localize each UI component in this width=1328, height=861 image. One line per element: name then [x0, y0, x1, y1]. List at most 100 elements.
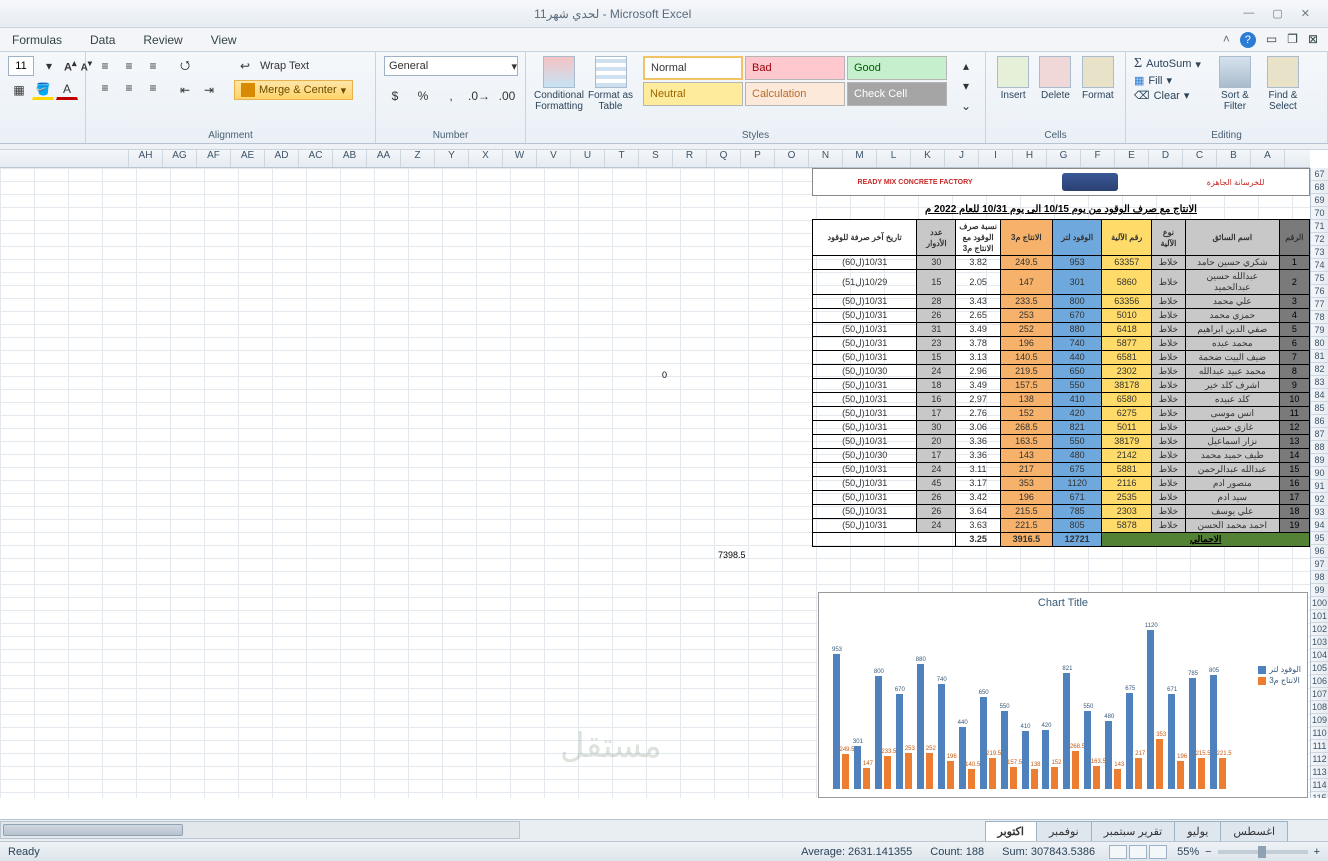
row-header[interactable]: 115 [1311, 792, 1328, 798]
close-icon[interactable]: ✕ [1301, 7, 1310, 20]
row-header[interactable]: 110 [1311, 727, 1328, 740]
sheet-tab[interactable]: نوفمبر [1036, 821, 1092, 841]
zoom-slider[interactable] [1218, 850, 1308, 854]
row-header[interactable]: 74 [1311, 259, 1328, 272]
insert-button[interactable]: Insert [994, 56, 1032, 101]
dropdown-icon[interactable]: ▾ [341, 84, 347, 97]
row-header[interactable]: 88 [1311, 441, 1328, 454]
row-header[interactable]: 85 [1311, 402, 1328, 415]
row-header[interactable]: 112 [1311, 753, 1328, 766]
row-header[interactable]: 93 [1311, 506, 1328, 519]
table-row[interactable]: 16منصور ادمخلاط211611203533.174510/31(ل5… [813, 477, 1310, 491]
row-header[interactable]: 97 [1311, 558, 1328, 571]
tab-formulas[interactable]: Formulas [12, 33, 62, 47]
conditional-formatting-button[interactable]: Conditional Formatting [534, 56, 584, 112]
column-header[interactable]: L [876, 150, 910, 167]
row-header[interactable]: 103 [1311, 636, 1328, 649]
column-headers[interactable]: ABCDEFGHIJKLMNOPQRSTUVWXYZAAABACADAEAFAG… [0, 150, 1310, 168]
table-row[interactable]: 3علي محمدخلاط63356800233.53.432810/31(ل5… [813, 295, 1310, 309]
fill-color-icon[interactable]: 🪣 [32, 80, 54, 100]
align-left-icon[interactable]: ≡ [94, 78, 116, 98]
ribbon-minimize-icon[interactable]: ˄ [1223, 32, 1230, 48]
column-header[interactable]: O [774, 150, 808, 167]
align-center-icon[interactable]: ≡ [118, 78, 140, 98]
row-header[interactable]: 95 [1311, 532, 1328, 545]
font-size-input[interactable] [8, 56, 34, 76]
row-header[interactable]: 105 [1311, 662, 1328, 675]
decrease-decimal-icon[interactable]: .00 [496, 86, 518, 106]
merge-center-button[interactable]: Merge & Center ▾ [234, 80, 353, 100]
autosum-button[interactable]: AutoSum [1146, 58, 1191, 70]
row-header[interactable]: 70 [1311, 207, 1328, 220]
row-header[interactable]: 69 [1311, 194, 1328, 207]
row-header[interactable]: 109 [1311, 714, 1328, 727]
sort-filter-button[interactable]: Sort & Filter [1213, 56, 1257, 112]
table-row[interactable]: 17سيد ادمخلاط25356711963.422610/31(ل50) [813, 491, 1310, 505]
column-header[interactable]: M [842, 150, 876, 167]
column-header[interactable]: X [468, 150, 502, 167]
row-header[interactable]: 78 [1311, 311, 1328, 324]
increase-indent-icon[interactable]: ⇥ [198, 80, 220, 100]
increase-decimal-icon[interactable]: .0→ [468, 86, 490, 106]
window-min-icon[interactable]: ▭ [1266, 32, 1277, 48]
table-row[interactable]: 6محمد عبدهخلاط58777401963.782310/31(ل50) [813, 337, 1310, 351]
fill-icon[interactable]: ▦ [1134, 74, 1144, 87]
row-header[interactable]: 75 [1311, 272, 1328, 285]
dropdown-icon[interactable]: ▾ [38, 56, 60, 76]
fill-button[interactable]: Fill [1148, 75, 1162, 87]
sheet-tab[interactable]: يوليو [1174, 821, 1221, 841]
table-row[interactable]: 14طيف حميد محمدخلاط21424801433.361710/30… [813, 449, 1310, 463]
autosum-icon[interactable]: Σ [1134, 56, 1142, 72]
table-row[interactable]: 15عبدالله عبدالرحمنخلاط58816752173.11241… [813, 463, 1310, 477]
column-header[interactable]: R [672, 150, 706, 167]
wrap-text-icon[interactable]: ↩ [234, 56, 256, 76]
data-table[interactable]: الرقم اسم السائق نوع الآلية رقم الآلية ا… [812, 219, 1310, 547]
window-close-icon[interactable]: ⊠ [1308, 32, 1318, 48]
format-as-table-button[interactable]: Format as Table [588, 56, 633, 112]
clear-icon[interactable]: ⌫ [1134, 89, 1150, 102]
column-header[interactable]: AG [162, 150, 196, 167]
row-header[interactable]: 106 [1311, 675, 1328, 688]
table-row[interactable]: 1شكري حسين حامدخلاط63357953249.53.823010… [813, 256, 1310, 270]
currency-icon[interactable]: $ [384, 86, 406, 106]
border-icon[interactable]: ▦ [8, 80, 30, 100]
table-row[interactable]: 18علي يوسفخلاط2303785215.53.642610/31(ل5… [813, 505, 1310, 519]
row-header[interactable]: 80 [1311, 337, 1328, 350]
row-header[interactable]: 111 [1311, 740, 1328, 753]
column-header[interactable]: I [978, 150, 1012, 167]
row-header[interactable]: 107 [1311, 688, 1328, 701]
style-good[interactable]: Good [847, 56, 947, 80]
minimize-icon[interactable]: — [1243, 7, 1254, 20]
column-header[interactable] [1284, 150, 1310, 167]
font-color-icon[interactable]: A [56, 80, 78, 100]
row-header[interactable]: 67 [1311, 168, 1328, 181]
style-neutral[interactable]: Neutral [643, 82, 743, 106]
row-header[interactable]: 77 [1311, 298, 1328, 311]
column-header[interactable]: Y [434, 150, 468, 167]
table-row[interactable]: 12غازي حسنخلاط5011821268.53.063010/31(ل5… [813, 421, 1310, 435]
row-header[interactable]: 79 [1311, 324, 1328, 337]
column-header[interactable]: B [1216, 150, 1250, 167]
row-header[interactable]: 104 [1311, 649, 1328, 662]
column-header[interactable]: T [604, 150, 638, 167]
column-header[interactable]: N [808, 150, 842, 167]
column-header[interactable]: S [638, 150, 672, 167]
zoom-in-icon[interactable]: + [1314, 846, 1320, 858]
sheet-tab[interactable]: اغسطس [1220, 821, 1288, 841]
increase-font-icon[interactable]: A▴ [64, 58, 77, 74]
column-header[interactable]: F [1080, 150, 1114, 167]
table-row[interactable]: 19احمد محمد الحسنخلاط5878805221.53.63241… [813, 519, 1310, 533]
table-row[interactable]: 7ضيف البيت ضحمةخلاط6581440140.53.131510/… [813, 351, 1310, 365]
table-row[interactable]: 10كلد عبيدهخلاط65804101382.971610/31(ل50… [813, 393, 1310, 407]
row-header[interactable]: 114 [1311, 779, 1328, 792]
column-header[interactable]: AD [264, 150, 298, 167]
row-header[interactable]: 76 [1311, 285, 1328, 298]
column-header[interactable]: AH [128, 150, 162, 167]
row-header[interactable]: 68 [1311, 181, 1328, 194]
horizontal-scrollbar[interactable] [0, 821, 520, 839]
style-calculation[interactable]: Calculation [745, 82, 845, 106]
column-header[interactable]: U [570, 150, 604, 167]
tab-data[interactable]: Data [90, 33, 115, 47]
tab-review[interactable]: Review [143, 33, 182, 47]
align-right-icon[interactable]: ≡ [142, 78, 164, 98]
